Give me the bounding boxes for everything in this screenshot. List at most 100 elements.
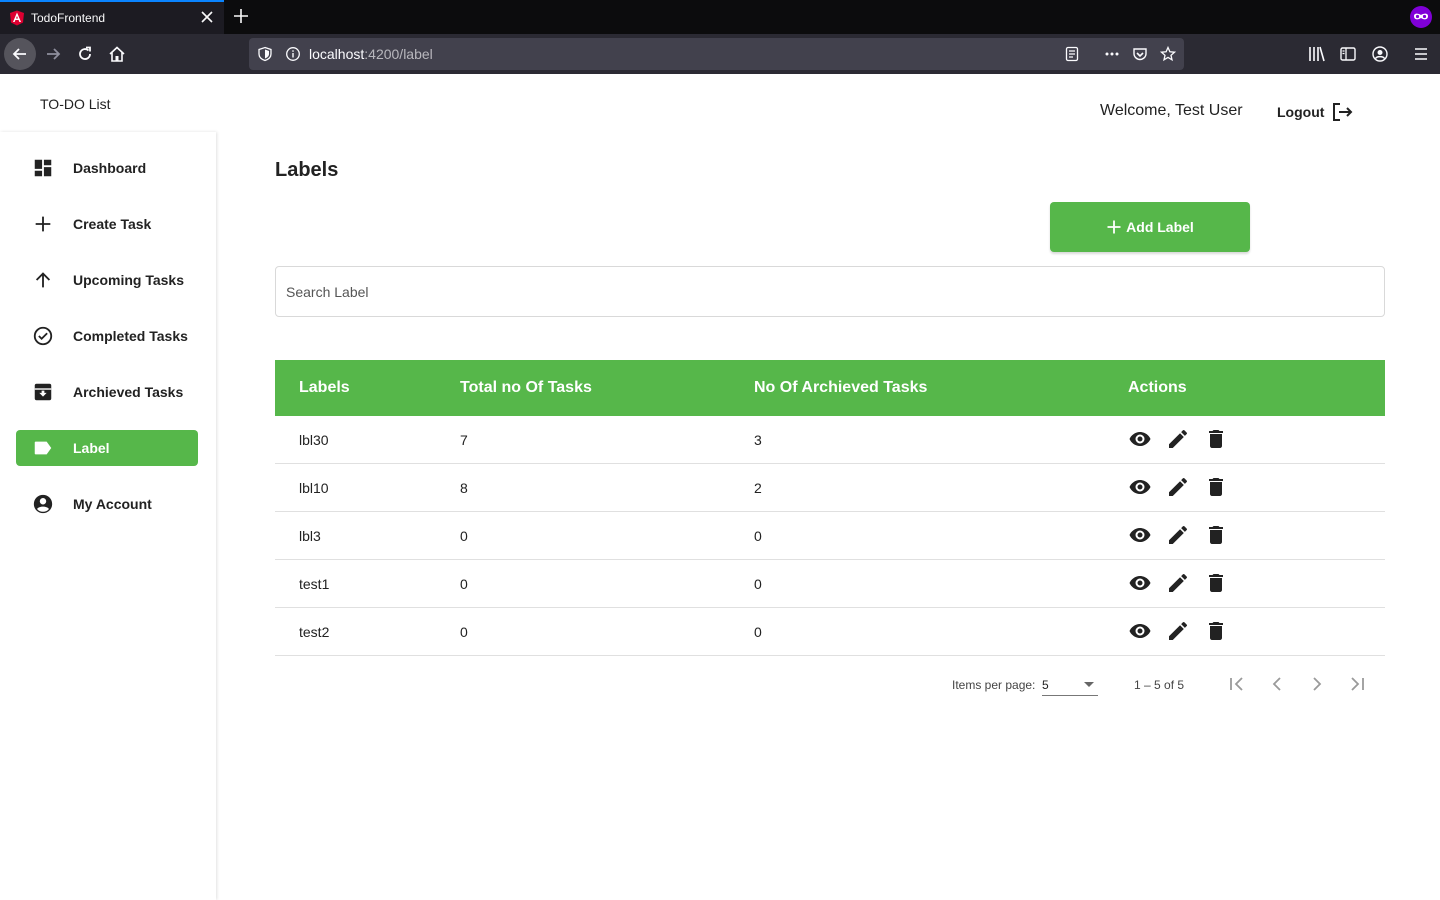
library-icon[interactable]	[1308, 45, 1326, 63]
edit-icon[interactable]	[1166, 619, 1190, 643]
view-icon[interactable]	[1128, 523, 1152, 547]
last-page-icon[interactable]	[1345, 672, 1369, 696]
items-per-page-label: Items per page:	[952, 678, 1036, 692]
hamburger-menu-icon[interactable]	[1412, 45, 1430, 63]
tab-bar: TodoFrontend	[0, 0, 1440, 34]
archieved-tasks: 3	[754, 432, 762, 448]
sidebar-item-completed-tasks[interactable]: Completed Tasks	[16, 318, 198, 354]
sidebar-item-dashboard[interactable]: Dashboard	[16, 150, 198, 186]
next-page-icon[interactable]	[1305, 672, 1329, 696]
labels-table: Labels Total no Of Tasks No Of Archieved…	[275, 360, 1385, 656]
edit-icon[interactable]	[1166, 523, 1190, 547]
sidebar-item-create-task[interactable]: Create Task	[16, 206, 198, 242]
label-name: lbl3	[299, 528, 321, 544]
sidebar-item-archieved-tasks[interactable]: Archieved Tasks	[16, 374, 198, 410]
column-header: Actions	[1128, 379, 1187, 396]
arrow-up-icon	[35, 272, 51, 288]
back-button[interactable]	[4, 38, 36, 70]
reader-view-icon[interactable]	[1064, 46, 1080, 62]
sidebar-item-label: Dashboard	[73, 160, 147, 176]
edit-icon[interactable]	[1166, 571, 1190, 595]
label-name: lbl30	[299, 432, 329, 448]
delete-icon[interactable]	[1204, 571, 1228, 595]
star-icon[interactable]	[1160, 46, 1176, 62]
pocket-icon[interactable]	[1132, 46, 1148, 62]
archieved-tasks: 0	[754, 528, 762, 544]
sidebar: Dashboard Create Task Upcoming Tasks Com…	[0, 132, 216, 900]
reload-icon	[79, 46, 91, 60]
info-icon[interactable]	[285, 46, 301, 62]
close-icon[interactable]	[198, 8, 216, 26]
items-per-page-select[interactable]: 5	[1042, 676, 1098, 696]
search-label-input[interactable]	[275, 266, 1385, 317]
home-button[interactable]	[101, 38, 133, 70]
delete-icon[interactable]	[1204, 427, 1228, 451]
total-tasks: 7	[460, 432, 468, 448]
url-host: localhost	[309, 46, 365, 62]
archive-icon	[34, 383, 52, 401]
app-header: TO-DO List Welcome, Test User Logout	[0, 74, 1440, 136]
delete-icon[interactable]	[1204, 475, 1228, 499]
add-label-text: Add Label	[1126, 219, 1194, 235]
column-header[interactable]: No Of Archieved Tasks	[754, 379, 927, 397]
url-text[interactable]: localhost:4200/label	[309, 46, 433, 62]
edit-icon[interactable]	[1166, 475, 1190, 499]
first-page-icon[interactable]	[1225, 672, 1249, 696]
sidebar-toggle-icon[interactable]	[1339, 45, 1357, 63]
sidebar-item-upcoming-tasks[interactable]: Upcoming Tasks	[16, 262, 198, 298]
label-name: test1	[299, 576, 330, 592]
tab-title: TodoFrontend	[31, 11, 106, 25]
label-name: lbl10	[299, 480, 329, 496]
forward-button[interactable]	[37, 38, 69, 70]
sidebar-item-my-account[interactable]: My Account	[16, 486, 198, 522]
private-browsing-icon[interactable]	[1410, 6, 1432, 28]
table-header: Labels Total no Of Tasks No Of Archieved…	[275, 360, 1385, 416]
url-path: :4200/label	[364, 46, 433, 62]
table-row: test2 0 0	[275, 608, 1385, 656]
delete-icon[interactable]	[1204, 619, 1228, 643]
more-icon[interactable]	[1104, 46, 1120, 62]
new-tab-icon[interactable]	[231, 6, 251, 26]
arrow-left-icon	[12, 48, 26, 60]
page-title: Labels	[275, 159, 339, 181]
total-tasks: 0	[460, 576, 468, 592]
total-tasks: 8	[460, 480, 468, 496]
delete-icon[interactable]	[1204, 523, 1228, 547]
logout-label: Logout	[1277, 104, 1325, 120]
chevron-down-icon	[1084, 682, 1094, 687]
browser-tab[interactable]: TodoFrontend	[0, 0, 224, 34]
label-name: test2	[299, 624, 330, 640]
archieved-tasks: 0	[754, 576, 762, 592]
logout-button[interactable]: Logout	[1277, 100, 1354, 124]
arrow-right-icon	[47, 48, 61, 60]
app-title[interactable]: TO-DO List	[40, 96, 111, 112]
sidebar-item-label: Label	[73, 440, 110, 456]
browser-chrome: TodoFrontend localhost:4200/label	[0, 0, 1440, 74]
url-bar[interactable]: localhost:4200/label	[249, 38, 1184, 70]
account-icon[interactable]	[1371, 45, 1389, 63]
items-per-page-value: 5	[1042, 678, 1049, 692]
view-icon[interactable]	[1128, 427, 1152, 451]
shield-icon[interactable]	[257, 46, 273, 62]
logout-icon	[1333, 103, 1353, 121]
table-row: test1 0 0	[275, 560, 1385, 608]
sidebar-item-label: Upcoming Tasks	[73, 272, 184, 288]
add-label-button[interactable]: Add Label	[1050, 202, 1250, 252]
page-range-label: 1 – 5 of 5	[1134, 678, 1185, 692]
view-icon[interactable]	[1128, 475, 1152, 499]
table-row: lbl30 7 3	[275, 416, 1385, 464]
archieved-tasks: 2	[754, 480, 762, 496]
column-header[interactable]: Total no Of Tasks	[460, 379, 592, 397]
view-icon[interactable]	[1128, 619, 1152, 643]
previous-page-icon[interactable]	[1265, 672, 1289, 696]
sidebar-item-label: My Account	[73, 496, 152, 512]
total-tasks: 0	[460, 624, 468, 640]
sidebar-item-label-page[interactable]: Label	[16, 430, 198, 466]
edit-icon[interactable]	[1166, 427, 1190, 451]
total-tasks: 0	[460, 528, 468, 544]
column-header[interactable]: Labels	[299, 379, 350, 397]
angular-icon	[10, 10, 24, 26]
view-icon[interactable]	[1128, 571, 1152, 595]
archieved-tasks: 0	[754, 624, 762, 640]
reload-button[interactable]	[69, 38, 101, 70]
